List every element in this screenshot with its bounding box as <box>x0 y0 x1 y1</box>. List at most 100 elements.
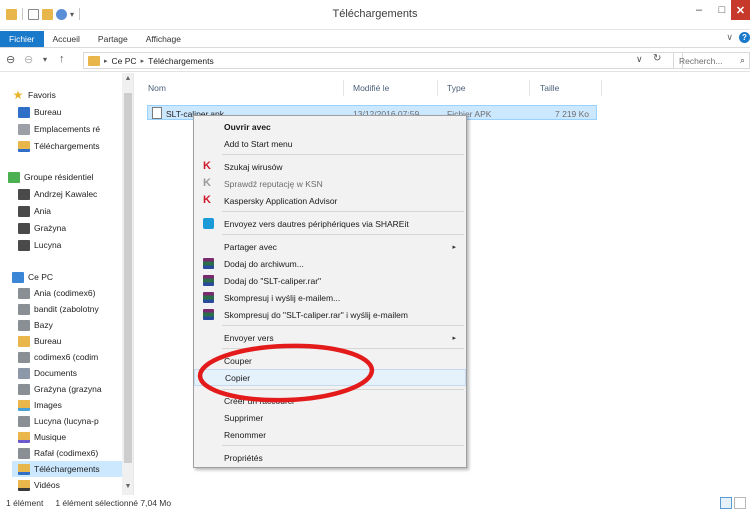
refresh-button[interactable]: ↻ <box>653 53 661 64</box>
large-icons-view-icon[interactable] <box>734 497 746 509</box>
address-bar[interactable]: ▸ Ce PC ▸ Téléchargements <box>83 52 683 69</box>
navigation-bar: ⊖ ⊖ ▾ ↑ ▸ Ce PC ▸ Téléchargements ∨ ↻ Re… <box>0 50 750 72</box>
menu-item-sprawdz-reputacje[interactable]: K Sprawdź reputację w KSN <box>194 175 466 192</box>
column-header-size[interactable]: Taille <box>540 83 559 93</box>
sidebar-item-favoris[interactable]: ★ Favoris <box>12 87 56 103</box>
search-icon[interactable]: ⌕ <box>740 55 745 66</box>
sidebar-item-bandit[interactable]: bandit (zabolotny <box>18 301 99 317</box>
music-icon <box>18 431 30 443</box>
menu-item-ouvrir-avec[interactable]: Ouvrir avec <box>194 118 466 135</box>
menu-item-creer-raccourci[interactable]: Créer un raccourci <box>194 392 466 409</box>
download-folder-icon <box>88 55 100 66</box>
sidebar-scrollbar[interactable]: ▲ ▼ <box>122 73 133 495</box>
folder-icon <box>18 335 30 347</box>
scroll-up-icon[interactable]: ▲ <box>122 75 133 82</box>
back-button[interactable]: ⊖ <box>6 53 15 66</box>
sidebar-item-groupe-residentiel[interactable]: Groupe résidentiel <box>8 169 93 185</box>
computer-icon <box>12 271 24 283</box>
menu-item-envoyer-vers[interactable]: Envoyer vers ▸ <box>194 329 466 346</box>
file-icon <box>152 107 162 119</box>
menu-item-proprietes[interactable]: Propriétés <box>194 449 466 466</box>
menu-item-supprimer[interactable]: Supprimer <box>194 409 466 426</box>
sidebar-item-emplacements[interactable]: Emplacements ré <box>18 121 100 137</box>
download-folder-icon <box>18 140 30 152</box>
menu-separator <box>222 234 464 235</box>
view-buttons <box>720 497 746 509</box>
up-button[interactable]: ↑ <box>59 53 65 65</box>
breadcrumb-ce-pc[interactable]: Ce PC <box>112 56 137 66</box>
column-header-modified[interactable]: Modifié le <box>353 83 389 93</box>
menu-item-copier[interactable]: Copier <box>194 369 466 386</box>
sidebar-item-bureau[interactable]: Bureau <box>18 104 61 120</box>
sidebar-item-bazy[interactable]: Bazy <box>18 317 53 333</box>
search-input[interactable]: Recherch... ⌕ <box>673 52 750 69</box>
desktop-icon <box>18 106 30 118</box>
tab-accueil[interactable]: Accueil <box>44 31 89 47</box>
menu-item-dodaj-do-archiwum[interactable]: Dodaj do archiwum... <box>194 255 466 272</box>
scroll-down-icon[interactable]: ▼ <box>122 483 133 490</box>
tab-affichage[interactable]: Affichage <box>137 31 190 47</box>
network-drive-icon <box>18 447 30 459</box>
minimize-button[interactable]: – <box>687 0 711 20</box>
address-dropdown-button[interactable]: ∨ <box>636 54 643 65</box>
sidebar-item-grazyna-grazyna[interactable]: Grażyna (grazyna <box>18 381 102 397</box>
column-divider[interactable] <box>437 80 438 96</box>
breadcrumb-telechargements[interactable]: Téléchargements <box>148 56 214 66</box>
recent-locations-button[interactable]: ▾ <box>43 55 47 64</box>
sidebar-item-andrzej[interactable]: Andrzej Kawalec <box>18 186 97 202</box>
sidebar-item-ce-pc[interactable]: Ce PC <box>12 269 53 285</box>
menu-item-skompresuj-rar-email[interactable]: Skompresuj do "SLT-caliper.rar" i wyślij… <box>194 306 466 323</box>
network-drive-icon <box>18 319 30 331</box>
menu-item-shareit[interactable]: Envoyez vers dautres périphériques via S… <box>194 215 466 232</box>
submenu-arrow-icon: ▸ <box>452 243 456 251</box>
sidebar-item-rafal[interactable]: Rafał (codimex6) <box>18 445 98 461</box>
column-header-type[interactable]: Type <box>447 83 465 93</box>
network-drive-icon <box>18 303 30 315</box>
sidebar-item-bureau-pc[interactable]: Bureau <box>18 333 61 349</box>
sidebar-item-telechargements-pc[interactable]: Téléchargements <box>12 461 133 477</box>
menu-separator <box>222 445 464 446</box>
winrar-icon <box>203 292 214 303</box>
menu-item-szukaj-wirusow[interactable]: K Szukaj wirusów <box>194 158 466 175</box>
sidebar-item-documents[interactable]: Documents <box>18 365 77 381</box>
sidebar-item-telechargements-fav[interactable]: Téléchargements <box>18 138 100 154</box>
maximize-button[interactable]: □ <box>711 0 733 20</box>
column-divider[interactable] <box>529 80 530 96</box>
sidebar-item-codimex6[interactable]: codimex6 (codim <box>18 349 98 365</box>
sidebar-item-ania[interactable]: Ania <box>18 203 51 219</box>
menu-item-couper[interactable]: Couper <box>194 352 466 369</box>
menu-item-dodaj-do-rar[interactable]: Dodaj do "SLT-caliper.rar" <box>194 272 466 289</box>
winrar-icon <box>203 275 214 286</box>
shareit-icon <box>203 218 214 229</box>
column-divider[interactable] <box>601 80 602 96</box>
sidebar-item-musique[interactable]: Musique <box>18 429 66 445</box>
sidebar-item-images[interactable]: Images <box>18 397 62 413</box>
scrollbar-thumb[interactable] <box>124 93 132 463</box>
close-button[interactable]: ✕ <box>731 0 750 20</box>
breadcrumb-separator: ▸ <box>140 57 145 65</box>
user-icon <box>18 188 30 200</box>
sidebar-item-videos[interactable]: Vidéos <box>18 477 60 493</box>
column-header-name[interactable]: Nom <box>148 83 166 93</box>
download-folder-icon <box>18 463 30 475</box>
menu-item-skompresuj-email[interactable]: Skompresuj i wyślij e-mailem... <box>194 289 466 306</box>
column-divider[interactable] <box>343 80 344 96</box>
menu-separator <box>222 325 464 326</box>
sidebar-item-lucyna[interactable]: Lucyna <box>18 237 61 253</box>
sidebar-item-grazyna[interactable]: Grażyna <box>18 220 66 236</box>
forward-button[interactable]: ⊖ <box>24 53 33 66</box>
details-view-icon[interactable] <box>720 497 732 509</box>
help-icon[interactable]: ? <box>739 32 750 43</box>
menu-item-renommer[interactable]: Renommer <box>194 426 466 443</box>
status-bar: 1 élément 1 élément sélectionné 7,04 Mo <box>0 495 750 511</box>
tab-fichier[interactable]: Fichier <box>0 31 44 47</box>
sidebar-item-lucyna-p[interactable]: Lucyna (lucyna-p <box>18 413 99 429</box>
menu-item-add-to-start[interactable]: Add to Start menu <box>194 135 466 152</box>
tab-partage[interactable]: Partage <box>89 31 137 47</box>
expand-ribbon-icon[interactable]: ∨ <box>726 32 733 43</box>
menu-item-kaspersky-advisor[interactable]: K Kaspersky Application Advisor <box>194 192 466 209</box>
item-count: 1 élément <box>6 498 44 508</box>
menu-item-partager-avec[interactable]: Partager avec ▸ <box>194 238 466 255</box>
kaspersky-icon: K <box>203 177 211 189</box>
sidebar-item-ania-codimex6[interactable]: Ania (codimex6) <box>18 285 95 301</box>
